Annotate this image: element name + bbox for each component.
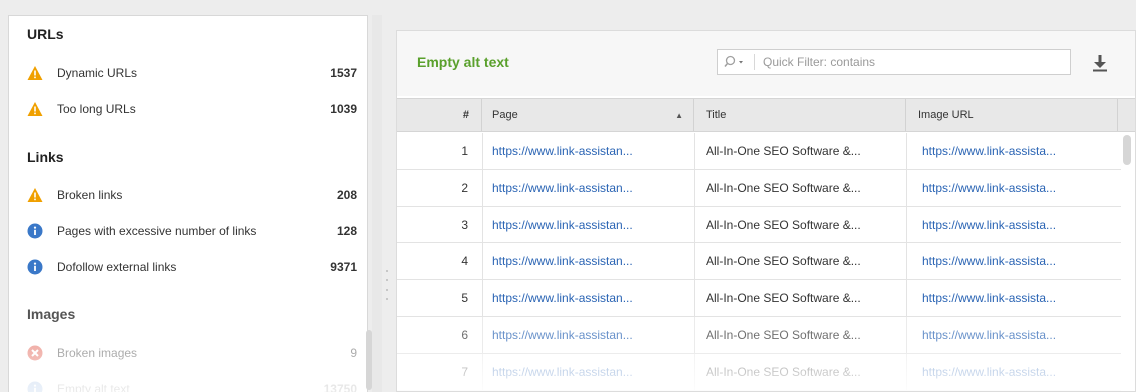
page-title-cell: All-In-One SEO Software &... <box>706 254 861 269</box>
issue-label: Too long URLs <box>57 102 136 116</box>
table-row[interactable]: 6 https://www.link-assistan... All-In-On… <box>397 316 1121 354</box>
issue-too-long-urls[interactable]: Too long URLs 1039 <box>27 97 357 121</box>
row-number: 1 <box>461 144 468 158</box>
page-title-cell: All-In-One SEO Software &... <box>706 144 861 158</box>
issue-label: Dynamic URLs <box>57 66 138 80</box>
column-header-page-label: Page <box>492 109 518 121</box>
image-url-link[interactable]: https://www.link-assista... <box>906 133 1118 169</box>
issue-dynamic-urls[interactable]: Dynamic URLs 1537 <box>27 61 357 85</box>
issue-count: 1537 <box>330 66 357 80</box>
issue-broken-images[interactable]: Broken images 9 <box>27 341 357 365</box>
panel-splitter[interactable] <box>372 15 382 392</box>
table-row[interactable]: 5 https://www.link-assistan... All-In-On… <box>397 280 1121 317</box>
image-url-link[interactable]: https://www.link-assista... <box>906 354 1118 390</box>
table-row[interactable]: 4 https://www.link-assistan... All-In-On… <box>397 243 1121 281</box>
warning-icon <box>27 65 43 81</box>
table-header: # Page ▲ Title Image URL <box>397 98 1135 132</box>
image-url-link[interactable]: https://www.link-assista... <box>906 243 1118 279</box>
warning-icon <box>27 187 43 203</box>
app-window: URLs Dynamic URLs 1537 Too long URLs 103… <box>0 0 1136 392</box>
column-header-page[interactable]: Page ▲ <box>482 99 694 131</box>
column-header-number[interactable]: # <box>397 99 482 131</box>
issue-label: Empty alt text <box>57 382 130 392</box>
issues-sidebar: URLs Dynamic URLs 1537 Too long URLs 103… <box>8 15 368 392</box>
row-number: 3 <box>461 217 468 232</box>
column-header-image-url[interactable]: Image URL <box>906 99 1118 131</box>
issue-label: Pages with excessive number of links <box>57 224 257 238</box>
issue-count: 9371 <box>330 260 357 274</box>
quick-filter <box>717 49 1071 75</box>
issue-count: 9 <box>350 346 357 360</box>
page-title-cell: All-In-One SEO Software &... <box>706 217 861 232</box>
details-panel: Empty alt text Quick Filter: contains # … <box>396 30 1136 392</box>
issue-excessive-links[interactable]: Pages with excessive number of links 128 <box>27 219 357 243</box>
page-url-link[interactable]: https://www.link-assistan... <box>482 133 694 169</box>
info-icon <box>27 381 43 392</box>
table-row[interactable]: 2 https://www.link-assistan... All-In-On… <box>397 169 1121 207</box>
page-title-cell: All-In-One SEO Software &... <box>706 364 861 379</box>
page-url-link[interactable]: https://www.link-assistan... <box>482 317 694 353</box>
image-url-link[interactable]: https://www.link-assista... <box>906 170 1118 206</box>
page-url-link[interactable]: https://www.link-assistan... <box>482 207 694 243</box>
panel-header: Empty alt text <box>397 31 1135 96</box>
issue-label: Broken links <box>57 188 123 202</box>
splitter-grip-icon[interactable] <box>384 270 390 300</box>
page-url-link[interactable]: https://www.link-assistan... <box>482 354 694 390</box>
section-title-images: Images <box>27 306 76 322</box>
filter-separator <box>754 54 755 70</box>
table-row[interactable]: 3 https://www.link-assistan... All-In-On… <box>397 206 1121 244</box>
issue-label: Broken images <box>57 346 138 360</box>
info-icon <box>27 223 43 239</box>
row-number: 6 <box>461 327 468 342</box>
warning-icon <box>27 101 43 117</box>
issue-empty-alt-text[interactable]: Empty alt text 13750 <box>27 377 357 392</box>
info-icon <box>27 259 43 275</box>
quick-filter-input[interactable] <box>763 55 1043 69</box>
image-url-link[interactable]: https://www.link-assista... <box>906 317 1118 353</box>
panel-title: Empty alt text <box>417 54 509 70</box>
page-title-cell: All-In-One SEO Software &... <box>706 327 861 342</box>
page-url-link[interactable]: https://www.link-assistan... <box>482 170 694 206</box>
row-number: 2 <box>461 180 468 195</box>
sort-ascending-icon: ▲ <box>675 110 683 120</box>
column-header-title[interactable]: Title <box>694 99 906 131</box>
page-url-link[interactable]: https://www.link-assistan... <box>482 243 694 279</box>
table-body: 1 https://www.link-assistan... All-In-On… <box>397 133 1121 391</box>
page-title-cell: All-In-One SEO Software &... <box>706 180 861 195</box>
issue-dofollow-external[interactable]: Dofollow external links 9371 <box>27 255 357 279</box>
search-dropdown-icon[interactable] <box>722 50 750 74</box>
error-icon <box>27 345 43 361</box>
issue-broken-links[interactable]: Broken links 208 <box>27 183 357 207</box>
table-row[interactable]: 1 https://www.link-assistan... All-In-On… <box>397 133 1121 170</box>
issue-count: 13750 <box>323 382 357 392</box>
issue-count: 1039 <box>330 102 357 116</box>
image-url-link[interactable]: https://www.link-assista... <box>906 280 1118 316</box>
table-scrollbar[interactable] <box>1123 135 1131 165</box>
page-title-cell: All-In-One SEO Software &... <box>706 291 861 306</box>
issue-label: Dofollow external links <box>57 260 177 274</box>
issue-count: 208 <box>336 188 357 202</box>
section-title-urls: URLs <box>27 26 64 42</box>
download-icon[interactable] <box>1089 53 1111 73</box>
row-number: 5 <box>461 291 468 306</box>
issue-count: 128 <box>336 224 357 238</box>
section-title-links: Links <box>27 149 64 165</box>
row-number: 7 <box>461 364 468 379</box>
page-url-link[interactable]: https://www.link-assistan... <box>482 280 694 316</box>
row-number: 4 <box>461 254 468 269</box>
image-url-link[interactable]: https://www.link-assista... <box>906 207 1118 243</box>
table-row[interactable]: 7 https://www.link-assistan... All-In-On… <box>397 353 1121 391</box>
